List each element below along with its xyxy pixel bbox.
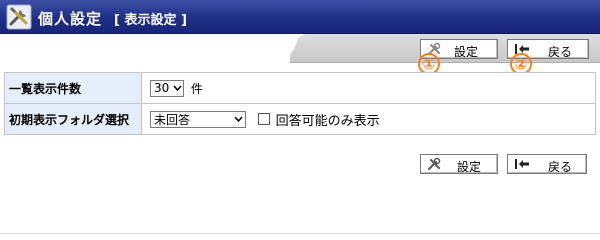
list-count-cell: 30 件 <box>141 72 596 104</box>
initial-folder-value: 未回答 <box>154 112 191 127</box>
set-button-bottom[interactable]: 設定 <box>420 154 498 174</box>
page-title: 個人設定 <box>38 10 103 28</box>
answerable-only-checkbox[interactable] <box>257 113 270 125</box>
initial-folder-select[interactable]: 未回答 <box>150 110 246 128</box>
page-header: 個人設定 [ 表示設定 ] <box>0 0 600 34</box>
answerable-only-label[interactable]: 回答可能のみ表示 <box>276 114 380 129</box>
list-count-label: 一覧表示件数 <box>4 72 142 104</box>
chevron-down-icon <box>231 112 245 127</box>
tools-icon <box>428 157 441 170</box>
tools-icon <box>6 4 32 30</box>
form-row-list-count: 一覧表示件数 30 件 <box>4 72 596 104</box>
form-row-initial-folder: 初期表示フォルダ選択 未回答 回答可能のみ表示 <box>4 103 596 135</box>
toolbar-tab-shape <box>0 34 298 64</box>
divider <box>0 233 600 234</box>
back-arrow-icon <box>515 159 529 169</box>
list-count-suffix: 件 <box>190 81 203 96</box>
chevron-down-icon <box>172 81 183 96</box>
initial-folder-label: 初期表示フォルダ選択 <box>4 103 142 135</box>
set-button-label: 設定 <box>457 160 482 174</box>
list-count-select[interactable]: 30 <box>150 79 184 97</box>
back-button-label: 戻る <box>548 45 573 59</box>
list-count-value: 30 <box>154 81 170 95</box>
page-subtitle: [ 表示設定 ] <box>114 13 187 28</box>
settings-form: 一覧表示件数 30 件 初期表示フォルダ選択 未回答 回答可能のみ表示 <box>4 72 596 135</box>
set-button-label: 設定 <box>454 45 479 59</box>
back-button-label: 戻る <box>548 160 573 174</box>
initial-folder-cell: 未回答 回答可能のみ表示 <box>141 103 596 135</box>
back-button-bottom[interactable]: 戻る <box>507 154 587 174</box>
